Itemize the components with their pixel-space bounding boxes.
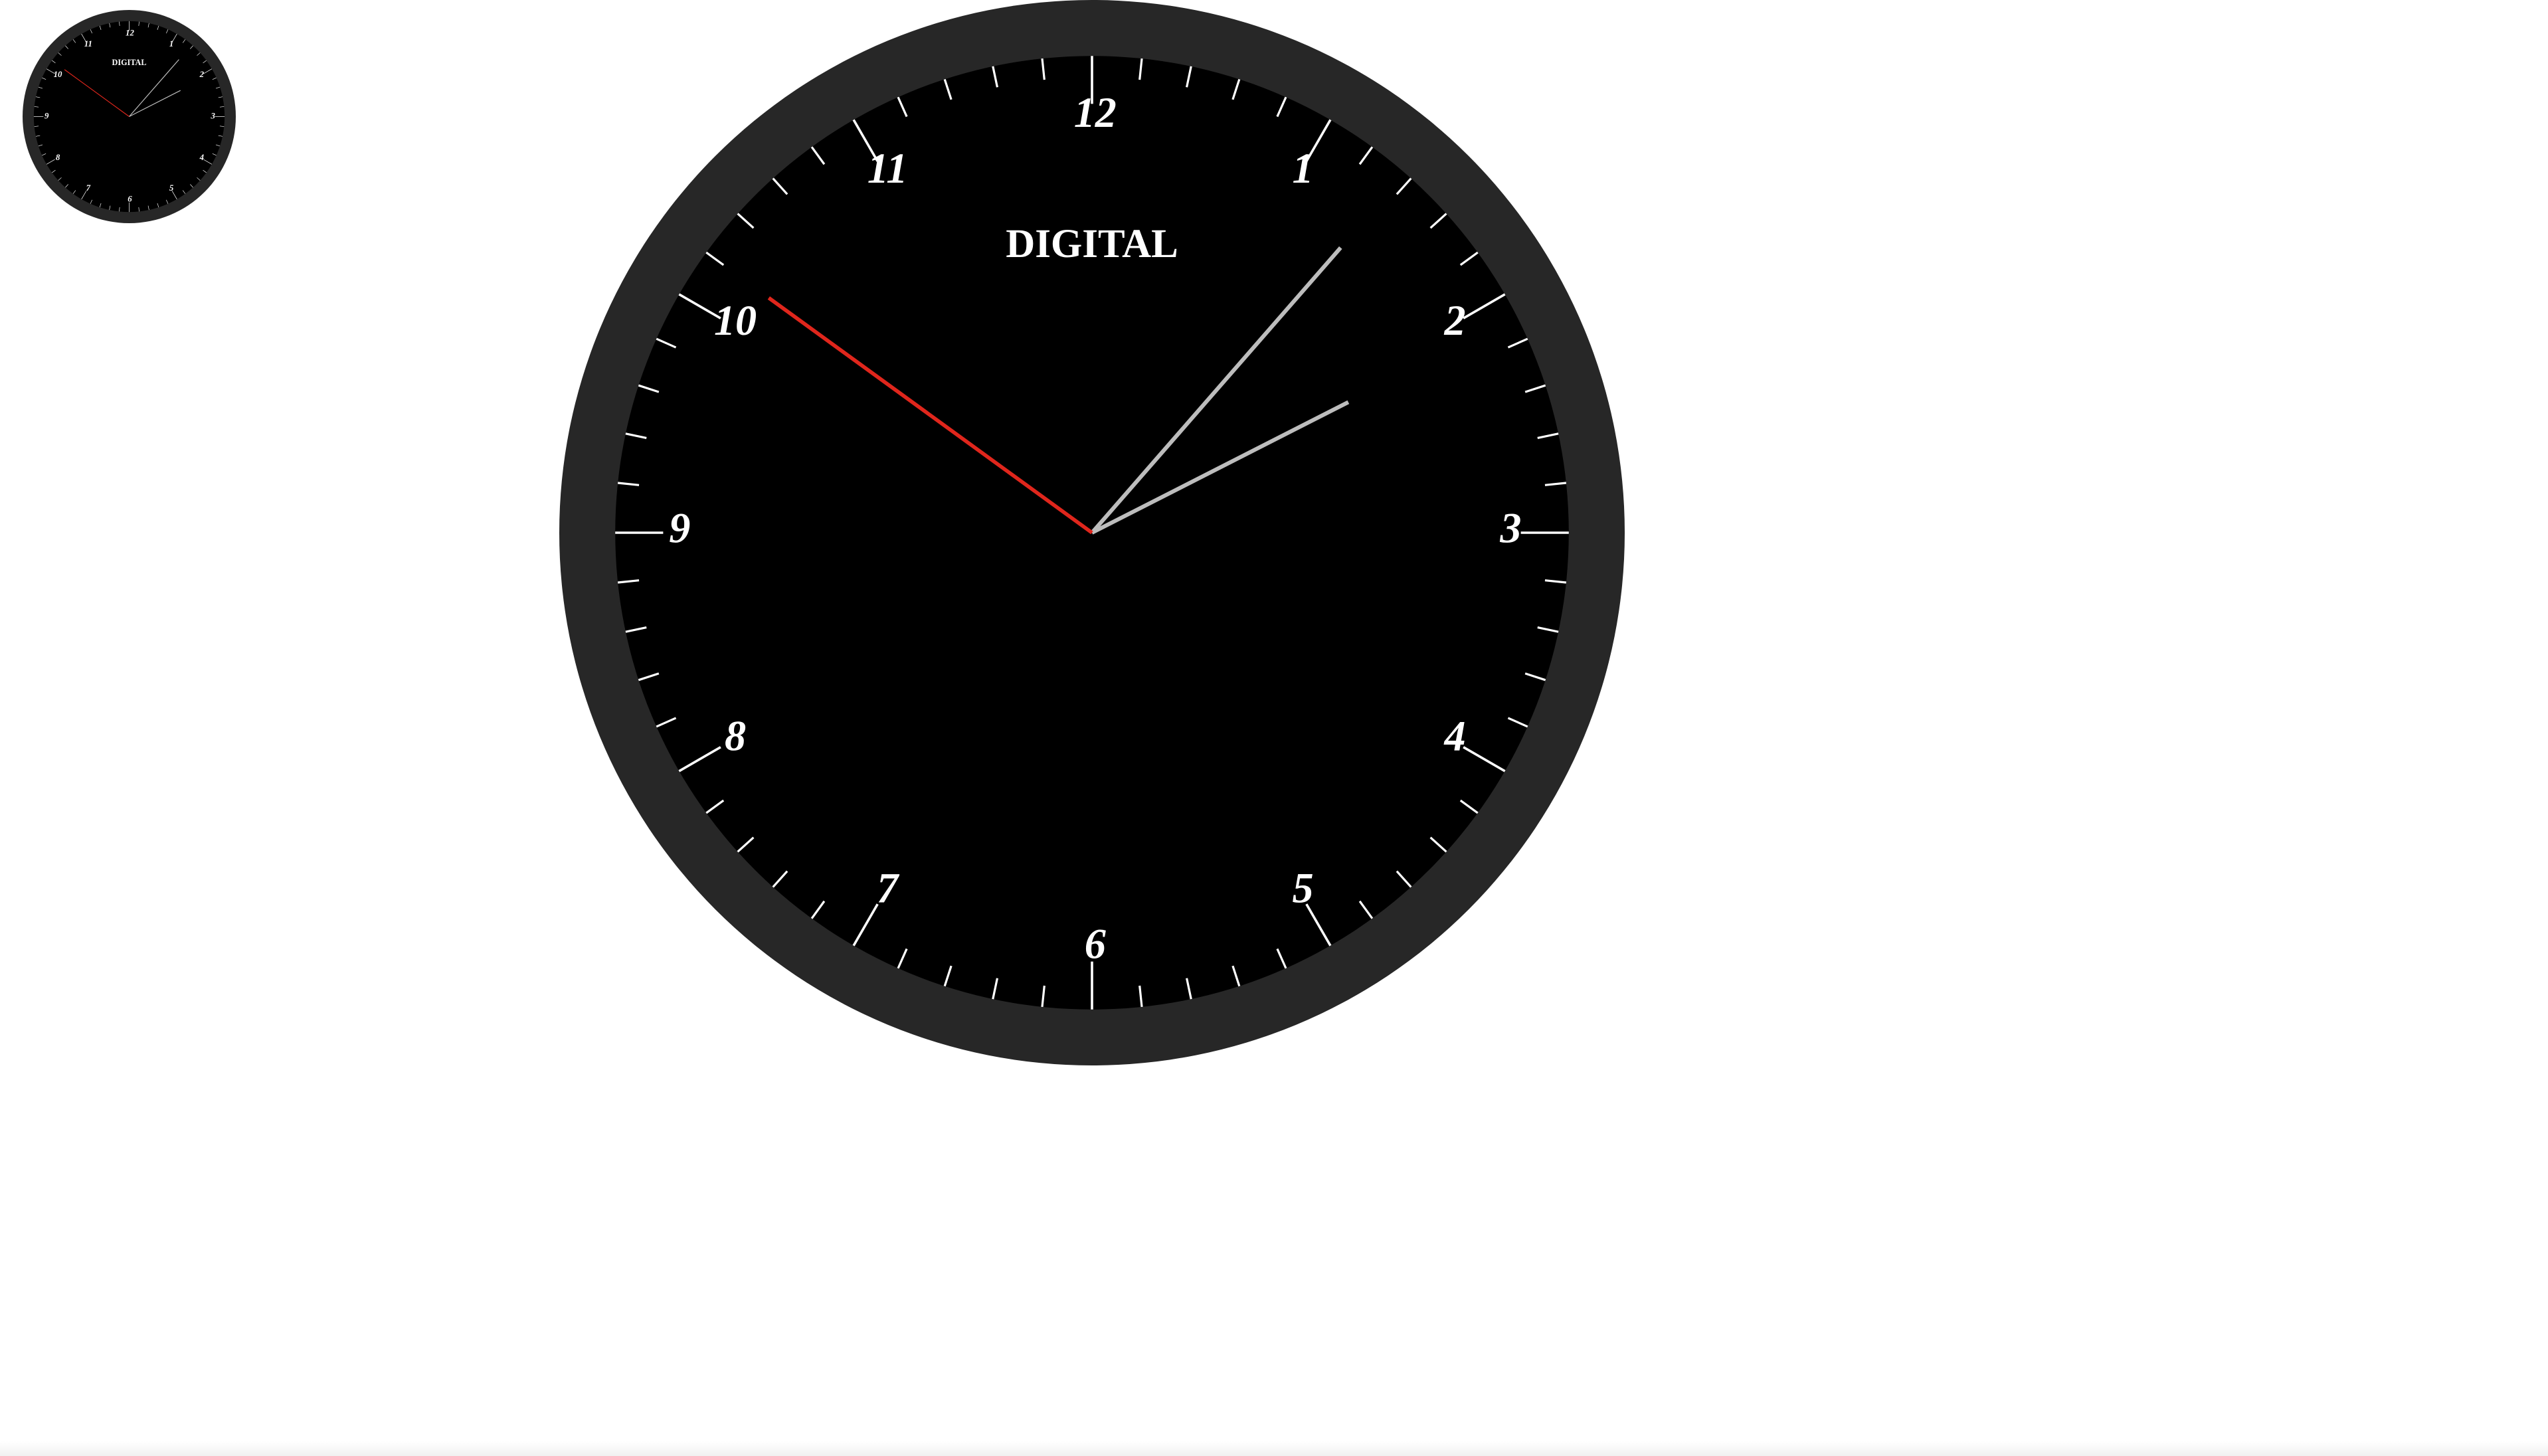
hour-numeral-6: 6	[128, 195, 132, 204]
hour-numeral-1: 1	[169, 39, 173, 48]
hour-numeral-10: 10	[714, 297, 757, 344]
hour-numeral-3: 3	[1499, 505, 1521, 552]
hour-numeral-8: 8	[725, 712, 746, 759]
clock-page: 12 1 2 3 4 5 6 7 8 9 10 11 DIGITAL 12 1 2 3 4 5 6 7 8 9 10 11 …	[0, 0, 2548, 1456]
hour-numeral-8: 8	[56, 153, 60, 162]
hour-numeral-4: 4	[199, 153, 205, 162]
hour-numeral-4: 4	[1444, 712, 1466, 759]
hour-numeral-2: 2	[199, 70, 205, 79]
hour-numeral-6: 6	[1085, 920, 1107, 967]
hour-numeral-10: 10	[54, 70, 62, 79]
hour-numeral-2: 2	[1444, 297, 1466, 344]
hour-numeral-7: 7	[86, 183, 91, 193]
clock-main: 121234567891011 DIGITAL	[559, 0, 1625, 1065]
hour-numeral-11: 11	[867, 145, 908, 192]
window-bottom-edge	[0, 1441, 2548, 1456]
hour-numeral-12: 12	[1074, 89, 1117, 136]
hour-numeral-5: 5	[169, 183, 174, 193]
hour-numeral-9: 9	[45, 111, 49, 120]
hour-numeral-7: 7	[877, 864, 900, 911]
hour-numeral-1: 1	[1293, 145, 1314, 192]
hour-numeral-3: 3	[210, 111, 215, 120]
clock-face	[615, 56, 1569, 1010]
brand-label: DIGITAL	[1006, 222, 1178, 266]
clock-thumbnail[interactable]: 121234567891011 DIGITAL	[23, 10, 236, 223]
hour-numeral-11: 11	[84, 39, 92, 48]
brand-label: DIGITAL	[112, 58, 147, 67]
hour-numeral-12: 12	[126, 28, 134, 37]
hour-numeral-5: 5	[1293, 864, 1314, 911]
hour-numeral-9: 9	[669, 505, 690, 552]
